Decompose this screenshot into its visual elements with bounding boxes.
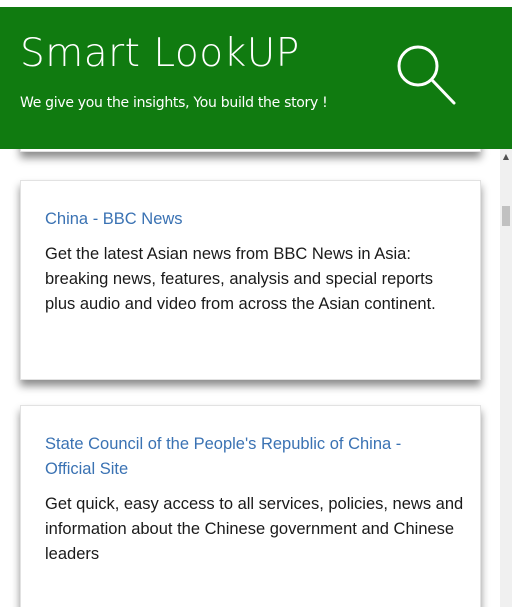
app-title: Smart LookUP xyxy=(20,31,300,76)
vertical-scrollbar[interactable]: ▲ xyxy=(500,149,512,607)
search-icon xyxy=(397,45,456,105)
results-list: China - BBC News Get the latest Asian ne… xyxy=(0,149,500,607)
app-header: Smart LookUP We give you the insights, Y… xyxy=(0,7,512,149)
result-description: Get quick, easy access to all services, … xyxy=(45,495,464,563)
result-description: Get the latest Asian news from BBC News … xyxy=(45,245,436,313)
scrollbar-thumb[interactable] xyxy=(502,206,510,226)
result-card: China - BBC News Get the latest Asian ne… xyxy=(20,180,481,380)
app-tagline: We give you the insights, You build the … xyxy=(20,95,328,111)
result-card xyxy=(20,149,481,152)
result-title-link[interactable]: China - BBC News xyxy=(45,207,445,232)
result-title-link[interactable]: State Council of the People's Republic o… xyxy=(45,432,445,482)
window-top-border xyxy=(0,0,512,7)
result-card: State Council of the People's Republic o… xyxy=(20,405,481,607)
search-button[interactable] xyxy=(392,41,460,109)
scroll-up-arrow-icon[interactable]: ▲ xyxy=(500,149,512,163)
